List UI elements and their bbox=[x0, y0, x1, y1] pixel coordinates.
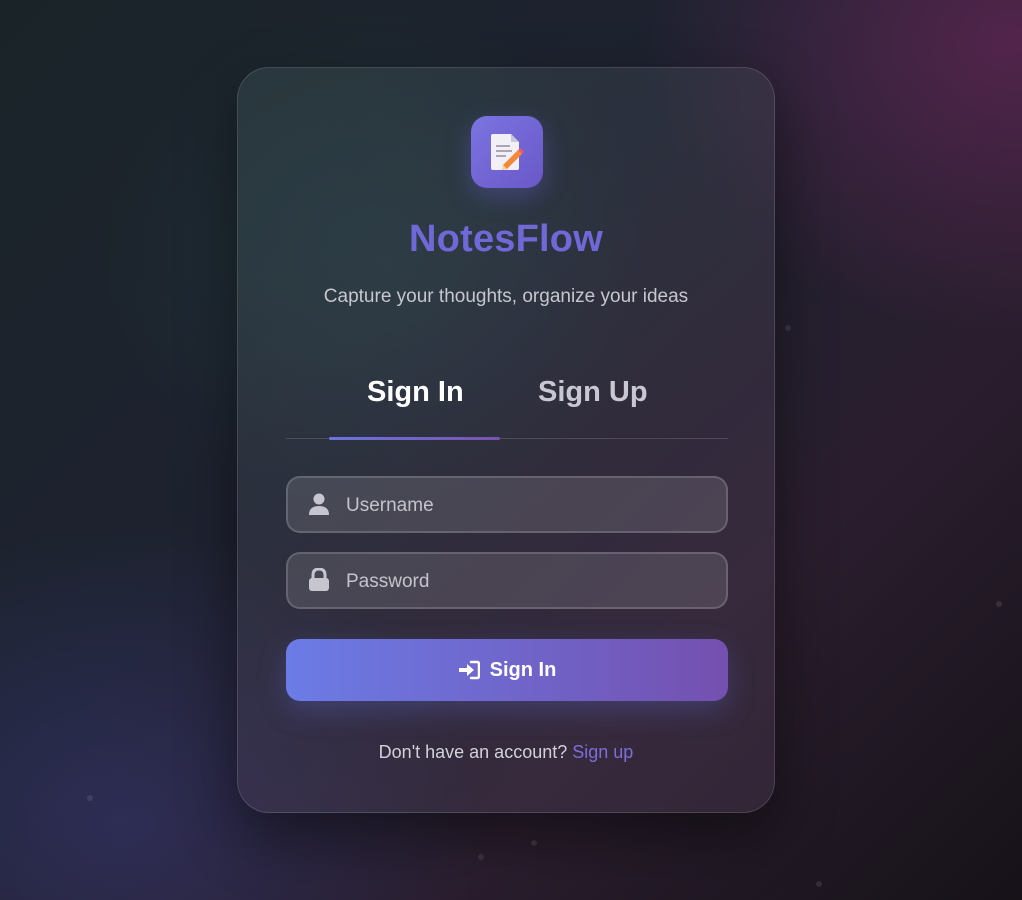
background-dot bbox=[531, 840, 537, 846]
signup-prompt-text: Don't have an account? bbox=[378, 742, 568, 762]
username-input[interactable] bbox=[344, 478, 718, 533]
app-title: NotesFlow bbox=[409, 218, 603, 260]
signup-prompt: Don't have an account? Sign up bbox=[238, 742, 774, 763]
app-logo bbox=[471, 116, 543, 188]
sign-in-button-label: Sign In bbox=[489, 658, 557, 681]
sign-in-icon bbox=[458, 660, 480, 680]
tab-sign-in[interactable]: Sign In bbox=[367, 376, 464, 409]
login-card: NotesFlow Capture your thoughts, organiz… bbox=[237, 67, 775, 813]
user-icon bbox=[309, 493, 329, 515]
notepad-pencil-icon bbox=[491, 134, 524, 170]
background-dot bbox=[816, 881, 822, 887]
password-field[interactable] bbox=[286, 552, 728, 609]
active-tab-indicator bbox=[329, 437, 500, 440]
password-input[interactable] bbox=[344, 554, 718, 609]
app-tagline: Capture your thoughts, organize your ide… bbox=[323, 286, 689, 307]
background-dot bbox=[996, 601, 1002, 607]
auth-tabs: Sign In Sign Up bbox=[286, 368, 728, 440]
background-dot bbox=[785, 325, 791, 331]
signup-link[interactable]: Sign up bbox=[572, 742, 633, 762]
tab-sign-up[interactable]: Sign Up bbox=[538, 376, 648, 409]
lock-icon bbox=[309, 568, 329, 591]
background-dot bbox=[478, 854, 484, 860]
username-field[interactable] bbox=[286, 476, 728, 533]
background-dot bbox=[87, 795, 93, 801]
sign-in-button[interactable]: Sign In bbox=[286, 639, 728, 701]
